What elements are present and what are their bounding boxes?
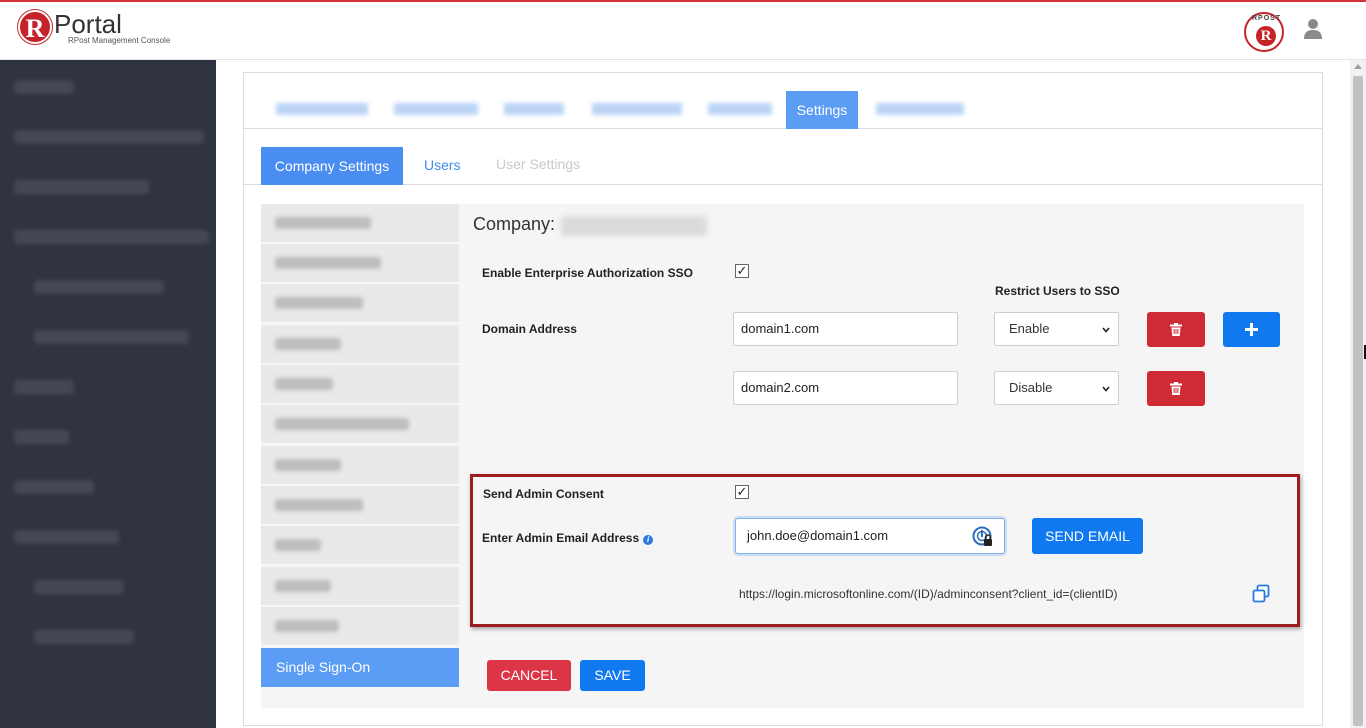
logo-name: Portal bbox=[54, 9, 122, 39]
logo-subtitle: RPost Management Console bbox=[68, 36, 171, 45]
password-manager-icon[interactable] bbox=[972, 526, 994, 548]
add-domain-button[interactable] bbox=[1223, 312, 1280, 347]
sidebar-item[interactable] bbox=[34, 630, 134, 644]
tab-blurred[interactable] bbox=[876, 103, 964, 115]
admin-consent-url: https://login.microsoftonline.com/(ID)/a… bbox=[739, 587, 1118, 601]
settings-menu-item[interactable] bbox=[261, 365, 459, 404]
settings-menu-item[interactable] bbox=[261, 405, 459, 444]
chevron-down-icon bbox=[1102, 327, 1110, 333]
restrict-sso-label: Restrict Users to SSO bbox=[995, 284, 1120, 298]
trash-icon bbox=[1170, 382, 1182, 395]
send-admin-consent-label: Send Admin Consent bbox=[483, 487, 604, 501]
sidebar-item[interactable] bbox=[34, 280, 164, 294]
restrict-select-1[interactable]: Enable bbox=[994, 312, 1119, 346]
sidebar-item[interactable] bbox=[14, 430, 69, 444]
scroll-up-arrow-icon[interactable] bbox=[1354, 64, 1362, 69]
page-scrollbar[interactable] bbox=[1350, 60, 1366, 728]
settings-menu-item[interactable] bbox=[261, 607, 459, 646]
settings-menu-item[interactable] bbox=[261, 204, 459, 243]
sidebar-nav bbox=[0, 60, 216, 728]
settings-menu-item[interactable] bbox=[261, 446, 459, 485]
plus-icon bbox=[1245, 323, 1258, 336]
settings-menu-item[interactable] bbox=[261, 244, 459, 283]
sidebar-item[interactable] bbox=[14, 130, 204, 144]
main-panel: Settings Company Settings Users User Set… bbox=[243, 72, 1323, 726]
sidebar-item[interactable] bbox=[14, 480, 94, 494]
sidebar-item[interactable] bbox=[14, 180, 149, 194]
delete-domain-button-2[interactable] bbox=[1147, 371, 1205, 406]
domain-address-label: Domain Address bbox=[482, 322, 577, 336]
send-admin-consent-checkbox[interactable]: ✓ bbox=[735, 485, 749, 499]
delete-domain-button-1[interactable] bbox=[1147, 312, 1205, 347]
tab-company-settings[interactable]: Company Settings bbox=[261, 147, 403, 185]
tab-blurred[interactable] bbox=[394, 103, 478, 115]
rportal-logo[interactable]: R Portal RPost Management Console bbox=[18, 10, 170, 50]
admin-email-input[interactable]: john.doe@domain1.com bbox=[735, 518, 1005, 554]
settings-menu-item[interactable] bbox=[261, 325, 459, 364]
company-label: Company: bbox=[473, 214, 556, 234]
chevron-down-icon bbox=[1102, 386, 1110, 392]
sidebar-item[interactable] bbox=[14, 380, 74, 394]
company-settings-area: Single Sign-On Company: Enable Enterpris… bbox=[261, 204, 1304, 708]
trash-icon bbox=[1170, 323, 1182, 336]
settings-menu-item[interactable] bbox=[261, 526, 459, 565]
enable-sso-checkbox[interactable]: ✓ bbox=[735, 264, 749, 278]
copy-icon[interactable] bbox=[1251, 584, 1271, 604]
sidebar-item[interactable] bbox=[34, 580, 124, 594]
settings-menu-item[interactable] bbox=[261, 567, 459, 606]
scroll-thumb[interactable] bbox=[1353, 76, 1363, 726]
tab-settings[interactable]: Settings bbox=[786, 91, 858, 129]
save-button[interactable]: SAVE bbox=[580, 660, 645, 691]
tab-blurred[interactable] bbox=[504, 103, 564, 115]
sidebar-item[interactable] bbox=[14, 230, 209, 244]
info-icon[interactable]: i bbox=[643, 535, 654, 545]
account-tabs: Settings bbox=[244, 73, 1322, 129]
logo-r-mark: R bbox=[18, 10, 52, 44]
user-profile-icon[interactable] bbox=[1303, 18, 1323, 40]
sidebar-item[interactable] bbox=[34, 330, 189, 344]
tab-users[interactable]: Users bbox=[424, 157, 461, 173]
send-email-button[interactable]: SEND EMAIL bbox=[1032, 518, 1143, 554]
sidebar-item[interactable] bbox=[14, 530, 119, 544]
tab-blurred[interactable] bbox=[276, 103, 368, 115]
restrict-select-2[interactable]: Disable bbox=[994, 371, 1119, 405]
settings-menu-item[interactable] bbox=[261, 486, 459, 525]
domain-input-2[interactable]: domain2.com bbox=[733, 371, 958, 405]
tab-user-settings: User Settings bbox=[496, 156, 581, 172]
settings-subtabs: Company Settings Users User Settings bbox=[244, 129, 1322, 185]
app-header: R Portal RPost Management Console RPOST … bbox=[0, 0, 1366, 60]
settings-menu-item[interactable] bbox=[261, 284, 459, 323]
rpost-badge-icon: RPOST R bbox=[1244, 12, 1284, 52]
tab-blurred[interactable] bbox=[592, 103, 682, 115]
settings-menu-single-sign-on[interactable]: Single Sign-On bbox=[261, 648, 459, 687]
domain-input-1[interactable]: domain1.com bbox=[733, 312, 958, 346]
sidebar-item[interactable] bbox=[14, 80, 74, 94]
admin-email-label: Enter Admin Email Address i bbox=[482, 531, 654, 545]
tab-blurred[interactable] bbox=[708, 103, 772, 115]
enable-sso-label: Enable Enterprise Authorization SSO bbox=[482, 266, 693, 280]
company-name-redacted bbox=[561, 216, 707, 236]
cancel-button[interactable]: CANCEL bbox=[487, 660, 571, 691]
